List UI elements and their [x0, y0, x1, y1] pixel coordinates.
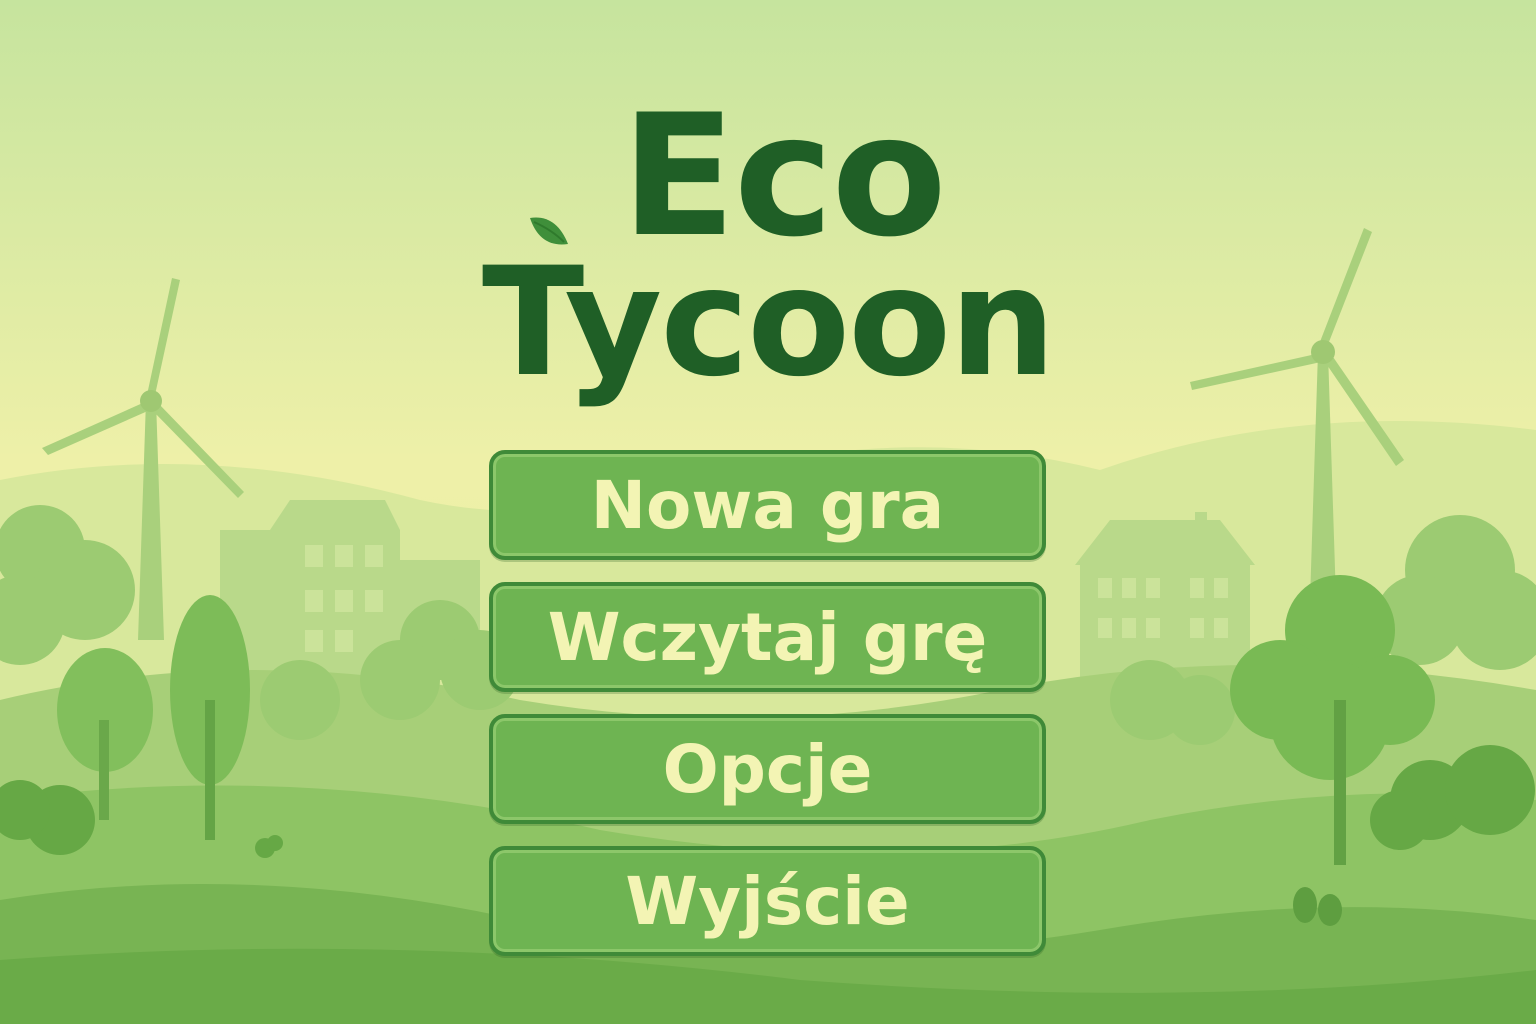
options-button[interactable]: Opcje [489, 714, 1046, 824]
game-title-tycoon: Tycoon [481, 236, 1056, 410]
new-game-button[interactable]: Nowa gra [489, 450, 1046, 560]
exit-button[interactable]: Wyjście [489, 846, 1046, 956]
game-title-eco: Eco [621, 78, 947, 274]
load-game-button[interactable]: Wczytaj grę [489, 582, 1046, 692]
